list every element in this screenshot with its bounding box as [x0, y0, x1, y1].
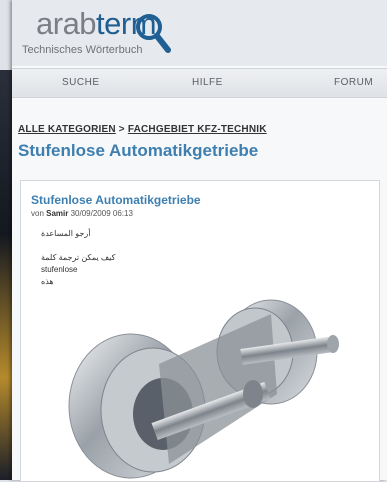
breadcrumb-root-link[interactable]: ALLE KATEGORIEN [18, 124, 116, 135]
logo-part1: arab [36, 6, 97, 41]
post-line-2: كيف يمكن ترجمة كلمة [41, 253, 116, 262]
post-line-3: stufenlose [41, 265, 78, 274]
post-image [41, 294, 356, 481]
breadcrumb-separator: > [115, 124, 128, 135]
post-title[interactable]: Stufenlose Automatikgetriebe [31, 193, 201, 207]
background-photo [0, 70, 12, 480]
post-by-label: von [31, 209, 44, 218]
page: arabterm Technisches Wörterbuch SUCHE HI… [12, 0, 387, 482]
breadcrumb-current-link[interactable]: FACHGEBIET KFZ-TECHNIK [128, 124, 267, 135]
post-datetime: 30/09/2009 06:13 [70, 209, 133, 218]
post-meta: von Samir 30/09/2009 06:13 [31, 209, 133, 218]
post-line-1: أرجو المساعدة [41, 229, 91, 238]
nav-suche[interactable]: SUCHE [62, 77, 100, 88]
cvt-transmission-illustration [41, 294, 356, 481]
nav-hilfe[interactable]: HILFE [192, 77, 223, 88]
page-title: Stufenlose Automatikgetriebe [18, 141, 259, 160]
post-author[interactable]: Samir [46, 209, 68, 218]
forum-post: Stufenlose Automatikgetriebe von Samir 3… [20, 180, 380, 482]
breadcrumb: ALLE KATEGORIEN > FACHGEBIET KFZ-TECHNIK [18, 124, 267, 135]
header: arabterm Technisches Wörterbuch [12, 0, 387, 66]
main-nav: SUCHE HILFE FORUM [12, 68, 387, 98]
logo-subtitle: Technisches Wörterbuch [22, 44, 143, 56]
post-line-4: هذه [41, 277, 54, 286]
nav-forum[interactable]: FORUM [334, 77, 373, 88]
